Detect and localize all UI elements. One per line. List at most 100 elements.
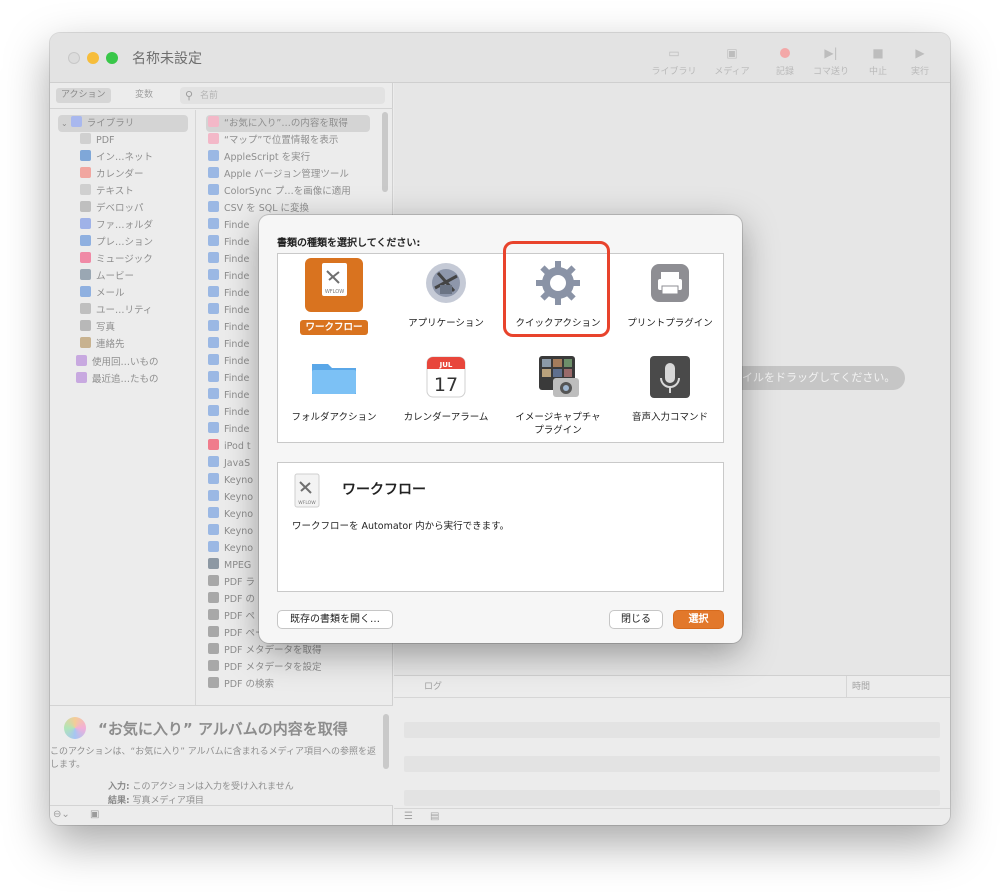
folder-icon bbox=[309, 352, 359, 402]
action-icon bbox=[208, 609, 219, 620]
library-item[interactable]: 連絡先 bbox=[80, 336, 125, 353]
action-item[interactable]: AppleScript を実行 bbox=[208, 149, 368, 166]
library-item[interactable]: PDF bbox=[80, 132, 115, 149]
log-header: ログ 時間 bbox=[394, 676, 950, 698]
library-toolbar-button[interactable]: ▭ ライブラリ bbox=[648, 43, 700, 79]
library-item[interactable]: テキスト bbox=[80, 183, 134, 200]
presentations-icon bbox=[80, 235, 91, 246]
type-print-plugin[interactable]: プリントプラグイン bbox=[614, 258, 726, 331]
library-item[interactable]: ミュージック bbox=[80, 251, 153, 268]
action-icon bbox=[208, 116, 219, 127]
document-type-dialog: 書類の種類を選択してください: WFLOW ワークフロー アプリケーション クイ… bbox=[259, 215, 742, 643]
image-capture-icon bbox=[533, 352, 583, 402]
printer-icon bbox=[645, 258, 695, 308]
description-input: 入力: このアクションは入力を受け入れません bbox=[108, 782, 294, 792]
log-row bbox=[404, 756, 940, 772]
library-item[interactable]: 写真 bbox=[80, 319, 115, 336]
action-list-scrollbar[interactable] bbox=[382, 112, 388, 192]
action-icon bbox=[208, 558, 219, 569]
text-icon bbox=[80, 184, 91, 195]
library-folder-icon bbox=[70, 116, 82, 127]
action-item[interactable]: ColorSync プ…を画像に適用 bbox=[208, 183, 368, 200]
time-column-header[interactable]: 時間 bbox=[852, 676, 870, 698]
log-column-header[interactable]: ログ bbox=[424, 676, 442, 698]
description-title: “お気に入り” アルバムの内容を取得 bbox=[98, 720, 348, 738]
action-item[interactable]: PDF メタデータを取得 bbox=[208, 642, 368, 659]
search-icon: ⚲ bbox=[185, 89, 194, 102]
type-application[interactable]: アプリケーション bbox=[390, 258, 502, 331]
library-root[interactable]: ⌄ ライブラリ bbox=[58, 115, 188, 132]
library-item[interactable]: ファ…ォルダ bbox=[80, 217, 153, 234]
action-icon bbox=[208, 320, 219, 331]
type-workflow[interactable]: WFLOW ワークフロー bbox=[278, 258, 390, 335]
disclosure-chevron-icon[interactable]: ⌄ bbox=[61, 119, 68, 128]
action-icon bbox=[208, 677, 219, 688]
variables-view-icon[interactable]: ▤ bbox=[430, 811, 439, 822]
library-item[interactable]: イン…ネット bbox=[80, 149, 153, 166]
action-item[interactable]: “お気に入り”…の内容を取得 bbox=[206, 115, 370, 132]
log-row bbox=[404, 790, 940, 806]
type-calendar-alarm[interactable]: JUL 17 カレンダーアラーム bbox=[390, 352, 502, 425]
close-button[interactable]: 閉じる bbox=[609, 610, 663, 629]
action-item[interactable]: PDF メタデータを設定 bbox=[208, 659, 368, 676]
action-icon bbox=[208, 252, 219, 263]
options-menu-icon[interactable]: ⊖⌄ bbox=[53, 809, 70, 820]
developer-tools-icon bbox=[80, 201, 91, 212]
step-toolbar-button[interactable]: ▶| コマ送り bbox=[805, 43, 857, 79]
contacts-icon bbox=[80, 337, 91, 348]
description-toggle-icon[interactable]: ▣ bbox=[90, 809, 99, 820]
tab-variables[interactable]: 変数 bbox=[130, 88, 158, 103]
internet-icon bbox=[80, 150, 91, 161]
choose-button[interactable]: 選択 bbox=[673, 610, 724, 629]
library-item[interactable]: メール bbox=[80, 285, 125, 302]
media-toolbar-button[interactable]: ▣ メディア bbox=[706, 43, 758, 79]
svg-text:17: 17 bbox=[434, 374, 458, 396]
type-image-capture-plugin[interactable]: イメージキャプチャ プラグイン bbox=[502, 352, 614, 438]
search-field[interactable]: ⚲ bbox=[180, 87, 385, 104]
minimize-window-button[interactable] bbox=[87, 52, 99, 64]
type-dictation-command[interactable]: 音声入力コマンド bbox=[614, 352, 726, 425]
selected-type-title: ワークフロー bbox=[342, 482, 426, 498]
library-group-most-used[interactable]: 使用回…いもの bbox=[76, 354, 159, 371]
open-existing-button[interactable]: 既存の書類を開く… bbox=[277, 610, 393, 629]
action-icon bbox=[208, 371, 219, 382]
library-item[interactable]: ムービー bbox=[80, 268, 134, 285]
calendar-icon: JUL 17 bbox=[421, 352, 471, 402]
type-folder-action-label: フォルダアクション bbox=[291, 412, 377, 423]
library-item[interactable]: プレ…ション bbox=[80, 234, 153, 251]
library-item[interactable]: カレンダー bbox=[80, 166, 144, 183]
tab-actions[interactable]: アクション bbox=[56, 88, 111, 103]
library-group-recently-added[interactable]: 最近追…たもの bbox=[76, 371, 159, 388]
action-item[interactable]: “マップ”で位置情報を表示 bbox=[208, 132, 368, 149]
utilities-icon bbox=[80, 303, 91, 314]
type-folder-action[interactable]: フォルダアクション bbox=[278, 352, 390, 425]
drop-hint: イルをドラッグしてください。 bbox=[730, 366, 905, 390]
record-toolbar-button[interactable]: 記録 bbox=[759, 43, 811, 79]
action-icon bbox=[208, 507, 219, 518]
close-window-button[interactable] bbox=[68, 52, 80, 64]
log-footer: ☰ ▤ bbox=[394, 808, 950, 825]
zoom-window-button[interactable] bbox=[106, 52, 118, 64]
list-view-icon[interactable]: ☰ bbox=[404, 811, 413, 822]
pdf-icon bbox=[80, 133, 91, 144]
photos-icon bbox=[80, 320, 91, 331]
library-item[interactable]: ユー…リティ bbox=[80, 302, 152, 319]
window-title: 名称未設定 bbox=[132, 51, 202, 67]
description-scrollbar[interactable] bbox=[383, 714, 389, 769]
library-tabs: アクション 変数 ⚲ bbox=[50, 83, 393, 109]
type-calendar-alarm-label: カレンダーアラーム bbox=[403, 412, 489, 423]
action-icon bbox=[208, 388, 219, 399]
action-icon bbox=[208, 524, 219, 535]
library-bottom-bar: ⊖⌄ ▣ bbox=[50, 805, 393, 825]
selected-type-info: WFLOW ワークフロー ワークフローを Automator 内から実行できます… bbox=[277, 462, 724, 592]
svg-text:JUL: JUL bbox=[439, 361, 453, 369]
type-dictation-command-label: 音声入力コマンド bbox=[631, 412, 708, 423]
run-toolbar-button[interactable]: ▶ 実行 bbox=[894, 43, 946, 79]
search-input[interactable] bbox=[200, 87, 380, 104]
action-item[interactable]: PDF の検索 bbox=[208, 676, 368, 693]
title-bar: 名称未設定 ▭ ライブラリ ▣ メディア 記録 ▶| コマ送り ■ 中止 ▶ 実… bbox=[50, 33, 950, 83]
mail-icon bbox=[80, 286, 91, 297]
library-item[interactable]: デベロッパ bbox=[80, 200, 144, 217]
action-item[interactable]: Apple バージョン管理ツール bbox=[208, 166, 368, 183]
action-icon bbox=[208, 643, 219, 654]
